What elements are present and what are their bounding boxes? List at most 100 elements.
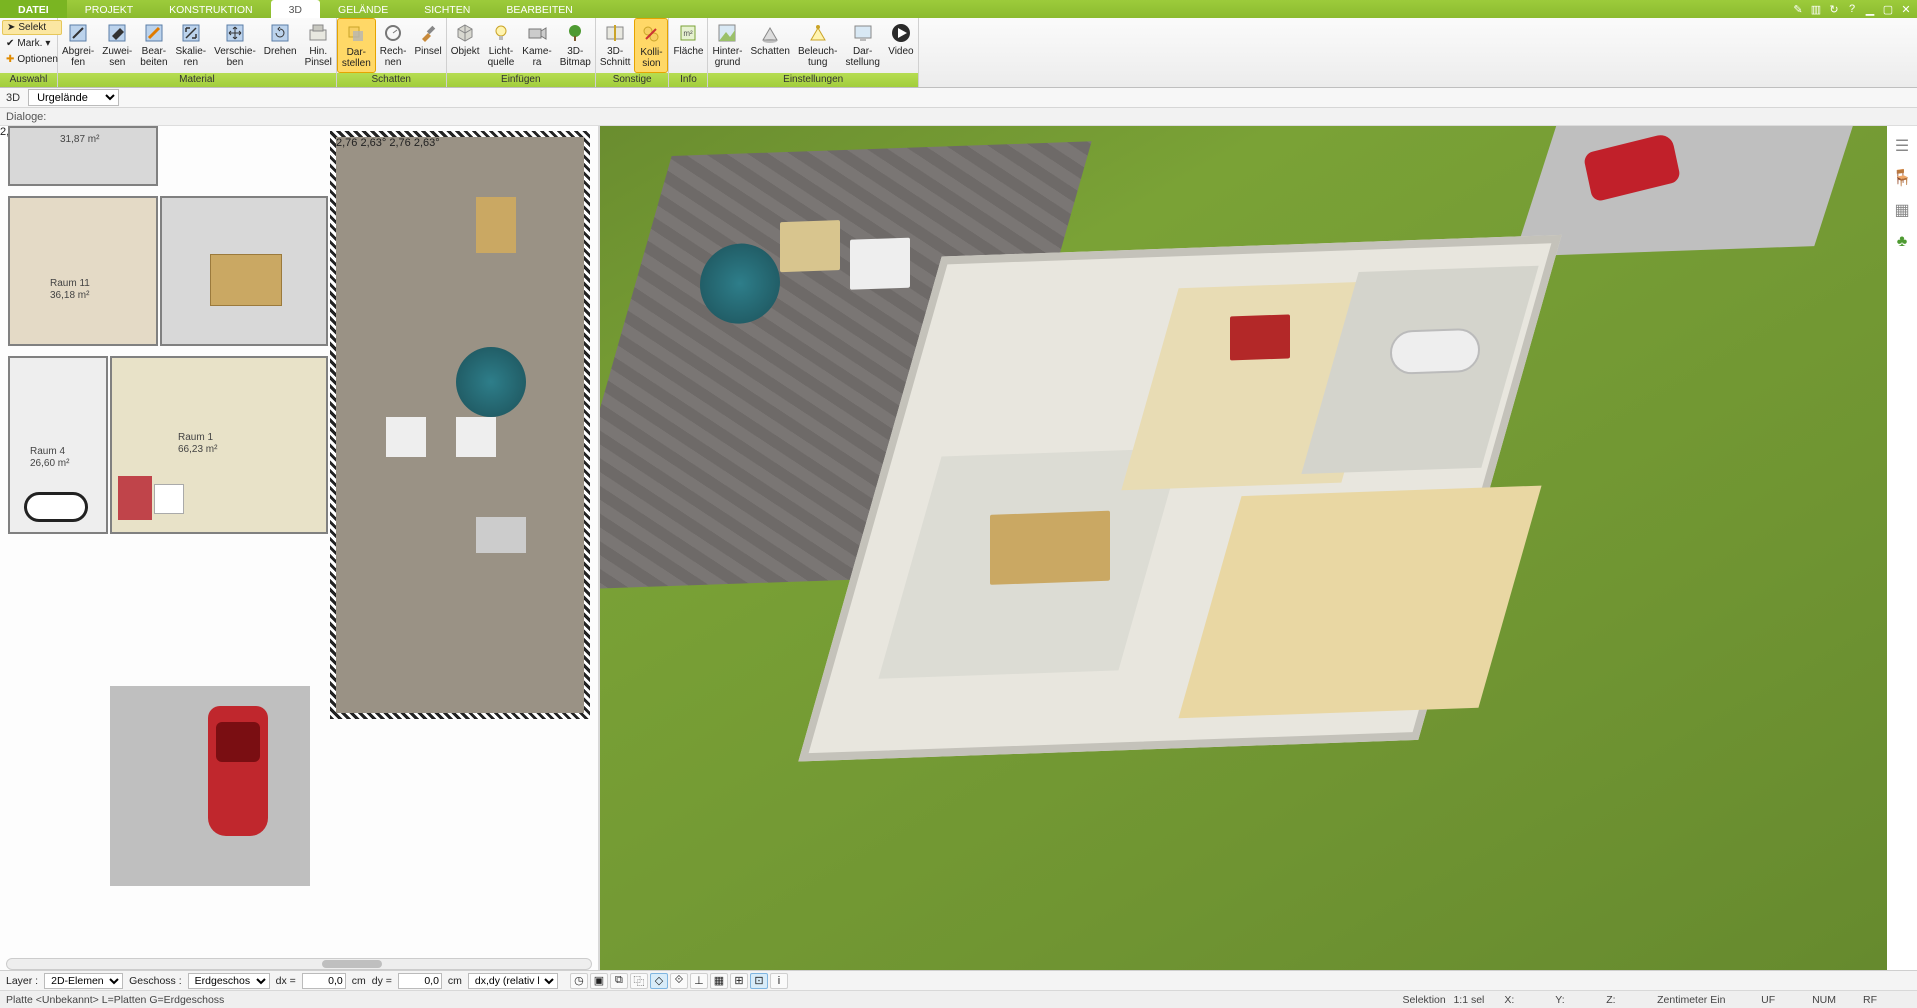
material-bearbeiten-button[interactable]: Bear- beiten (136, 18, 171, 73)
material-skalieren-button[interactable]: Skalie- ren (172, 18, 211, 73)
snap-mid-icon[interactable]: ⟐ (670, 973, 688, 989)
background-icon (715, 21, 739, 45)
material-zuweisen-button[interactable]: Zuwei- sen (98, 18, 136, 73)
selekt-button[interactable]: ➤ Selekt (2, 20, 62, 35)
status-selektion: Selektion (1403, 994, 1451, 1006)
ortho-icon[interactable]: ⊡ (750, 973, 768, 989)
play-icon (889, 21, 913, 45)
schatten-darstellen-button[interactable]: Dar- stellen (337, 18, 376, 73)
tab-konstruktion[interactable]: KONSTRUKTION (151, 0, 270, 18)
status-left: Platte <Unbekannt> L=Platten G=Erdgescho… (6, 994, 224, 1006)
pin-icon[interactable]: ✎ (1791, 2, 1805, 16)
status-rf: RF (1863, 994, 1911, 1006)
layers-icon[interactable]: ▥ (1809, 2, 1823, 16)
edit-material-icon (142, 21, 166, 45)
tab-sichten[interactable]: SICHTEN (406, 0, 488, 18)
palette-icon[interactable]: ▦ (1892, 200, 1912, 220)
status-num: NUM (1812, 994, 1860, 1006)
layers-panel-icon[interactable]: ☰ (1892, 136, 1912, 156)
tab-datei[interactable]: DATEI (0, 0, 67, 18)
mode-label: 3D (6, 92, 20, 104)
dy-unit: cm (448, 975, 462, 987)
grid-icon[interactable]: ⊞ (730, 973, 748, 989)
rotate-icon (268, 21, 292, 45)
coord-mode-select[interactable]: dx,dy (relativ ka (468, 973, 558, 989)
hintergrund-button[interactable]: Hinter- grund (708, 18, 746, 73)
brush-icon (416, 21, 440, 45)
kamera-button[interactable]: Kame- ra (518, 18, 555, 73)
monitor-icon[interactable]: ▣ (590, 973, 608, 989)
shadow-show-icon (344, 22, 368, 46)
beleuchtung-button[interactable]: Beleuch- tung (794, 18, 841, 73)
schatten-pinsel-button[interactable]: Pinsel (410, 18, 445, 73)
geschoss-select[interactable]: Erdgeschos (188, 973, 270, 989)
pane-3d[interactable] (600, 126, 1887, 972)
tab-gelaende[interactable]: GELÄNDE (320, 0, 406, 18)
link-icon[interactable]: ⧉ (610, 973, 628, 989)
schatten-rechnen-button[interactable]: Rech- nen (376, 18, 411, 73)
status-z: Z: (1606, 994, 1654, 1006)
room1-area: 66,23 m² (178, 444, 217, 455)
secondary-bar: 3D Urgelände (0, 88, 1917, 108)
camera-icon (525, 21, 549, 45)
eyedropper-icon (66, 21, 90, 45)
group-schatten-label: Schatten (337, 73, 446, 87)
dx-input[interactable] (302, 973, 346, 989)
material-drehen-button[interactable]: Drehen (260, 18, 301, 73)
workspace: 31,87 m² Raum 11 36,18 m² 45,42 m² Raum … (0, 126, 1917, 972)
dy-input[interactable] (398, 973, 442, 989)
help-icon[interactable]: ? (1845, 2, 1859, 16)
objekt-button[interactable]: Objekt (447, 18, 484, 73)
lichtquelle-button[interactable]: Licht- quelle (484, 18, 519, 73)
copy-icon[interactable]: ⿻ (630, 973, 648, 989)
main-tabstrip: DATEI PROJEKT KONSTRUKTION 3D GELÄNDE SI… (0, 0, 1917, 18)
sync-icon[interactable]: ↻ (1827, 2, 1841, 16)
snap-grid-icon[interactable]: ▦ (710, 973, 728, 989)
dialoge-bar: Dialoge: (0, 108, 1917, 126)
schatten-settings-button[interactable]: Schatten (746, 18, 793, 73)
shadow-settings-icon (758, 21, 782, 45)
flaeche-button[interactable]: m² Fläche (669, 18, 707, 73)
optionen-button[interactable]: ✚ Optionen (2, 52, 62, 67)
darstellung-button[interactable]: Dar- stellung (841, 18, 883, 73)
pane-2d[interactable]: 31,87 m² Raum 11 36,18 m² 45,42 m² Raum … (0, 126, 600, 972)
info-icon[interactable]: i (770, 973, 788, 989)
terrace-area: 2,76 2,63° 2,76 2,63° (330, 131, 590, 719)
room4-name: Raum 4 (30, 446, 65, 457)
material-abgreifen-button[interactable]: Abgrei- fen (58, 18, 98, 73)
material-verschieben-button[interactable]: Verschie- ben (210, 18, 260, 73)
hscrollbar-2d[interactable] (6, 958, 592, 970)
tab-3d[interactable]: 3D (271, 0, 320, 18)
group-sonstige-label: Sonstige (596, 73, 669, 87)
bucket-icon (105, 21, 129, 45)
bitmap3d-button[interactable]: 3D- Bitmap (556, 18, 595, 73)
tab-bearbeiten[interactable]: BEARBEITEN (488, 0, 591, 18)
tab-projekt[interactable]: PROJEKT (67, 0, 151, 18)
layer-select[interactable]: Urgelände (28, 89, 119, 106)
kollision-button[interactable]: Kolli- sion (634, 18, 668, 73)
video-button[interactable]: Video (884, 18, 918, 73)
tree-panel-icon[interactable]: ♣ (1892, 232, 1912, 252)
clock-icon[interactable]: ◷ (570, 973, 588, 989)
schnitt3d-button[interactable]: 3D- Schnitt (596, 18, 635, 73)
dx-label: dx = (276, 975, 296, 987)
material-hinpinsel-button[interactable]: Hin. Pinsel (301, 18, 336, 73)
minimize-icon[interactable]: ▁ (1863, 2, 1877, 16)
lighting-icon (806, 21, 830, 45)
snap-icon-row: ◷ ▣ ⧉ ⿻ ◇ ⟐ ⊥ ▦ ⊞ ⊡ i (570, 973, 788, 989)
dim-263b: 2,63° (414, 137, 440, 149)
chair-icon[interactable]: 🪑 (1892, 168, 1912, 188)
selekt-label: Selekt (18, 22, 46, 33)
mark-dropdown[interactable]: ✔ Mark. ▾ (2, 36, 62, 51)
group-auswahl-label: Auswahl (0, 73, 57, 87)
marker-icon: ✔ (6, 38, 14, 49)
status-units: Zentimeter (1657, 994, 1707, 1006)
dy-label: dy = (372, 975, 392, 987)
snap-perp-icon[interactable]: ⊥ (690, 973, 708, 989)
room4-area: 26,60 m² (30, 458, 69, 469)
snap-endpoint-icon[interactable]: ◇ (650, 973, 668, 989)
maximize-icon[interactable]: ▢ (1881, 2, 1895, 16)
close-icon[interactable]: ✕ (1899, 2, 1913, 16)
layer-select-bottom[interactable]: 2D-Elemen (44, 973, 123, 989)
room1-name: Raum 1 (178, 432, 213, 443)
